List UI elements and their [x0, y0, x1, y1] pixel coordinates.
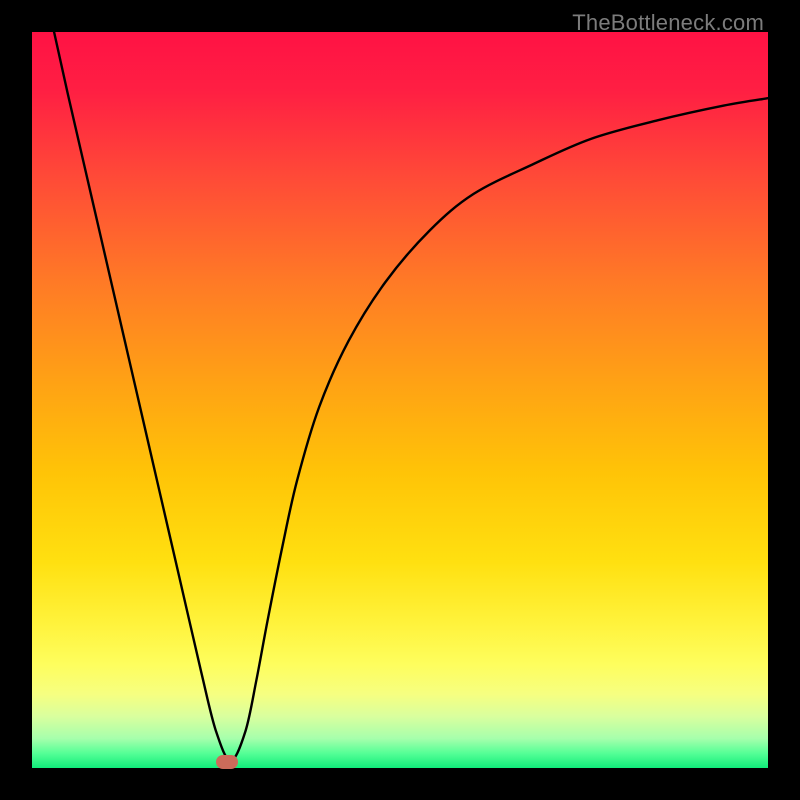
chart-frame: TheBottleneck.com — [0, 0, 800, 800]
curve-minimum-marker — [216, 755, 238, 769]
watermark-text: TheBottleneck.com — [572, 10, 764, 36]
bottleneck-curve — [32, 32, 768, 768]
plot-area — [32, 32, 768, 768]
